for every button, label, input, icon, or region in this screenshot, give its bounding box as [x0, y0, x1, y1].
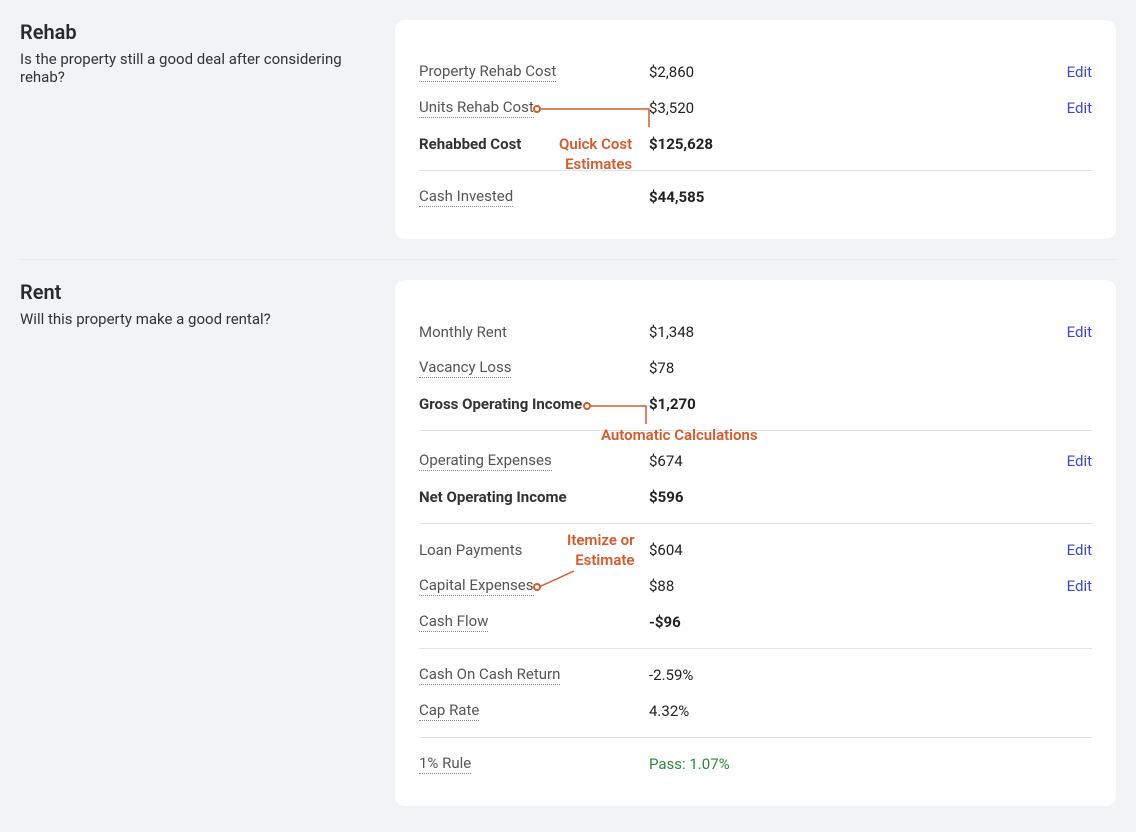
rent-card: Monthly Rent $1,348 Edit Vacancy Loss $7…	[395, 280, 1116, 806]
rent-divider-4	[419, 737, 1092, 738]
annotation-dot-auto	[583, 402, 591, 410]
monthly-rent-label: Monthly Rent	[419, 323, 507, 341]
rehabbed-cost-label: Rehabbed Cost	[419, 135, 521, 153]
units-rehab-cost-edit[interactable]: Edit	[1067, 99, 1092, 117]
annotation-quick-cost: Quick Cost Estimates	[559, 135, 632, 174]
rehabbed-cost-value: $125,628	[649, 135, 1092, 153]
vacancy-loss-label: Vacancy Loss	[419, 358, 511, 378]
vacancy-loss-row: Vacancy Loss $78	[419, 350, 1092, 386]
cap-rate-row: Cap Rate 4.32%	[419, 693, 1092, 729]
one-pct-rule-row: 1% Rule Pass: 1.07%	[419, 746, 1092, 782]
loan-payments-label: Loan Payments	[419, 541, 522, 559]
rehab-section: Rehab Is the property still a good deal …	[0, 0, 1136, 259]
annotation-line-auto	[591, 406, 651, 426]
rehab-subtitle: Is the property still a good deal after …	[20, 50, 375, 86]
operating-expenses-edit[interactable]: Edit	[1067, 452, 1092, 470]
capital-expenses-value: $88	[649, 577, 1067, 595]
gross-operating-income-value: $1,270	[649, 395, 1092, 413]
operating-expenses-label: Operating Expenses	[419, 451, 552, 471]
cash-invested-row: Cash Invested $44,585	[419, 179, 1092, 215]
rent-section-header: Rent Will this property make a good rent…	[20, 280, 395, 806]
capital-expenses-row: Capital Expenses $88 Edit	[419, 568, 1092, 604]
rent-divider-2	[419, 523, 1092, 524]
capital-expenses-edit[interactable]: Edit	[1067, 577, 1092, 595]
annotation-dot-itemize	[533, 583, 541, 591]
property-rehab-cost-value: $2,860	[649, 63, 1067, 81]
net-operating-income-label: Net Operating Income	[419, 488, 567, 506]
cash-invested-label: Cash Invested	[419, 187, 513, 207]
operating-expenses-value: $674	[649, 452, 1067, 470]
cap-rate-value: 4.32%	[649, 702, 1092, 720]
units-rehab-cost-value: $3,520	[649, 99, 1067, 117]
rehabbed-cost-row: Rehabbed Cost Quick Cost Estimates $125,…	[419, 126, 1092, 162]
rent-subtitle: Will this property make a good rental?	[20, 310, 375, 328]
capital-expenses-label: Capital Expenses	[419, 576, 534, 596]
net-operating-income-row: Net Operating Income $596	[419, 479, 1092, 515]
rehab-divider	[419, 170, 1092, 171]
rehab-section-header: Rehab Is the property still a good deal …	[20, 20, 395, 239]
property-rehab-cost-row: Property Rehab Cost $2,860 Edit	[419, 54, 1092, 90]
cash-invested-value: $44,585	[649, 188, 1092, 206]
rent-divider-1: Automatic Calculations	[419, 430, 1092, 431]
monthly-rent-value: $1,348	[649, 323, 1067, 341]
rent-title: Rent	[20, 280, 375, 304]
rent-divider-3	[419, 648, 1092, 649]
operating-expenses-row: Operating Expenses $674 Edit	[419, 443, 1092, 479]
units-rehab-cost-row: Units Rehab Cost $3,520 Edit	[419, 90, 1092, 126]
cash-on-cash-return-row: Cash On Cash Return -2.59%	[419, 657, 1092, 693]
property-rehab-cost-label: Property Rehab Cost	[419, 62, 556, 82]
cap-rate-label: Cap Rate	[419, 701, 479, 721]
cash-on-cash-return-label: Cash On Cash Return	[419, 665, 560, 685]
net-operating-income-value: $596	[649, 488, 1092, 506]
property-rehab-cost-edit[interactable]: Edit	[1067, 63, 1092, 81]
rehab-title: Rehab	[20, 20, 375, 44]
rehab-card: Property Rehab Cost $2,860 Edit Units Re…	[395, 20, 1116, 239]
units-rehab-cost-label: Units Rehab Cost	[419, 98, 534, 118]
cash-flow-value: -$96	[649, 613, 1092, 631]
annotation-dot-units	[533, 105, 541, 113]
gross-operating-income-row: Gross Operating Income $1,270	[419, 386, 1092, 422]
monthly-rent-edit[interactable]: Edit	[1067, 323, 1092, 341]
annotation-auto-calc: Automatic Calculations	[601, 426, 758, 444]
loan-payments-value: $604	[649, 541, 1067, 559]
gross-operating-income-label: Gross Operating Income	[419, 395, 582, 413]
annotation-itemize: Itemize or Estimate	[567, 531, 635, 570]
vacancy-loss-value: $78	[649, 359, 1092, 377]
loan-payments-edit[interactable]: Edit	[1067, 541, 1092, 559]
cash-flow-row: Cash Flow -$96	[419, 604, 1092, 640]
loan-payments-row: Loan Payments Itemize or Estimate $604 E…	[419, 532, 1092, 568]
rent-section: Rent Will this property make a good rent…	[0, 260, 1136, 826]
monthly-rent-row: Monthly Rent $1,348 Edit	[419, 314, 1092, 350]
cash-flow-label: Cash Flow	[419, 612, 488, 632]
cash-on-cash-return-value: -2.59%	[649, 666, 1092, 684]
one-pct-rule-label: 1% Rule	[419, 754, 471, 774]
one-pct-rule-value: Pass: 1.07%	[649, 755, 1092, 773]
